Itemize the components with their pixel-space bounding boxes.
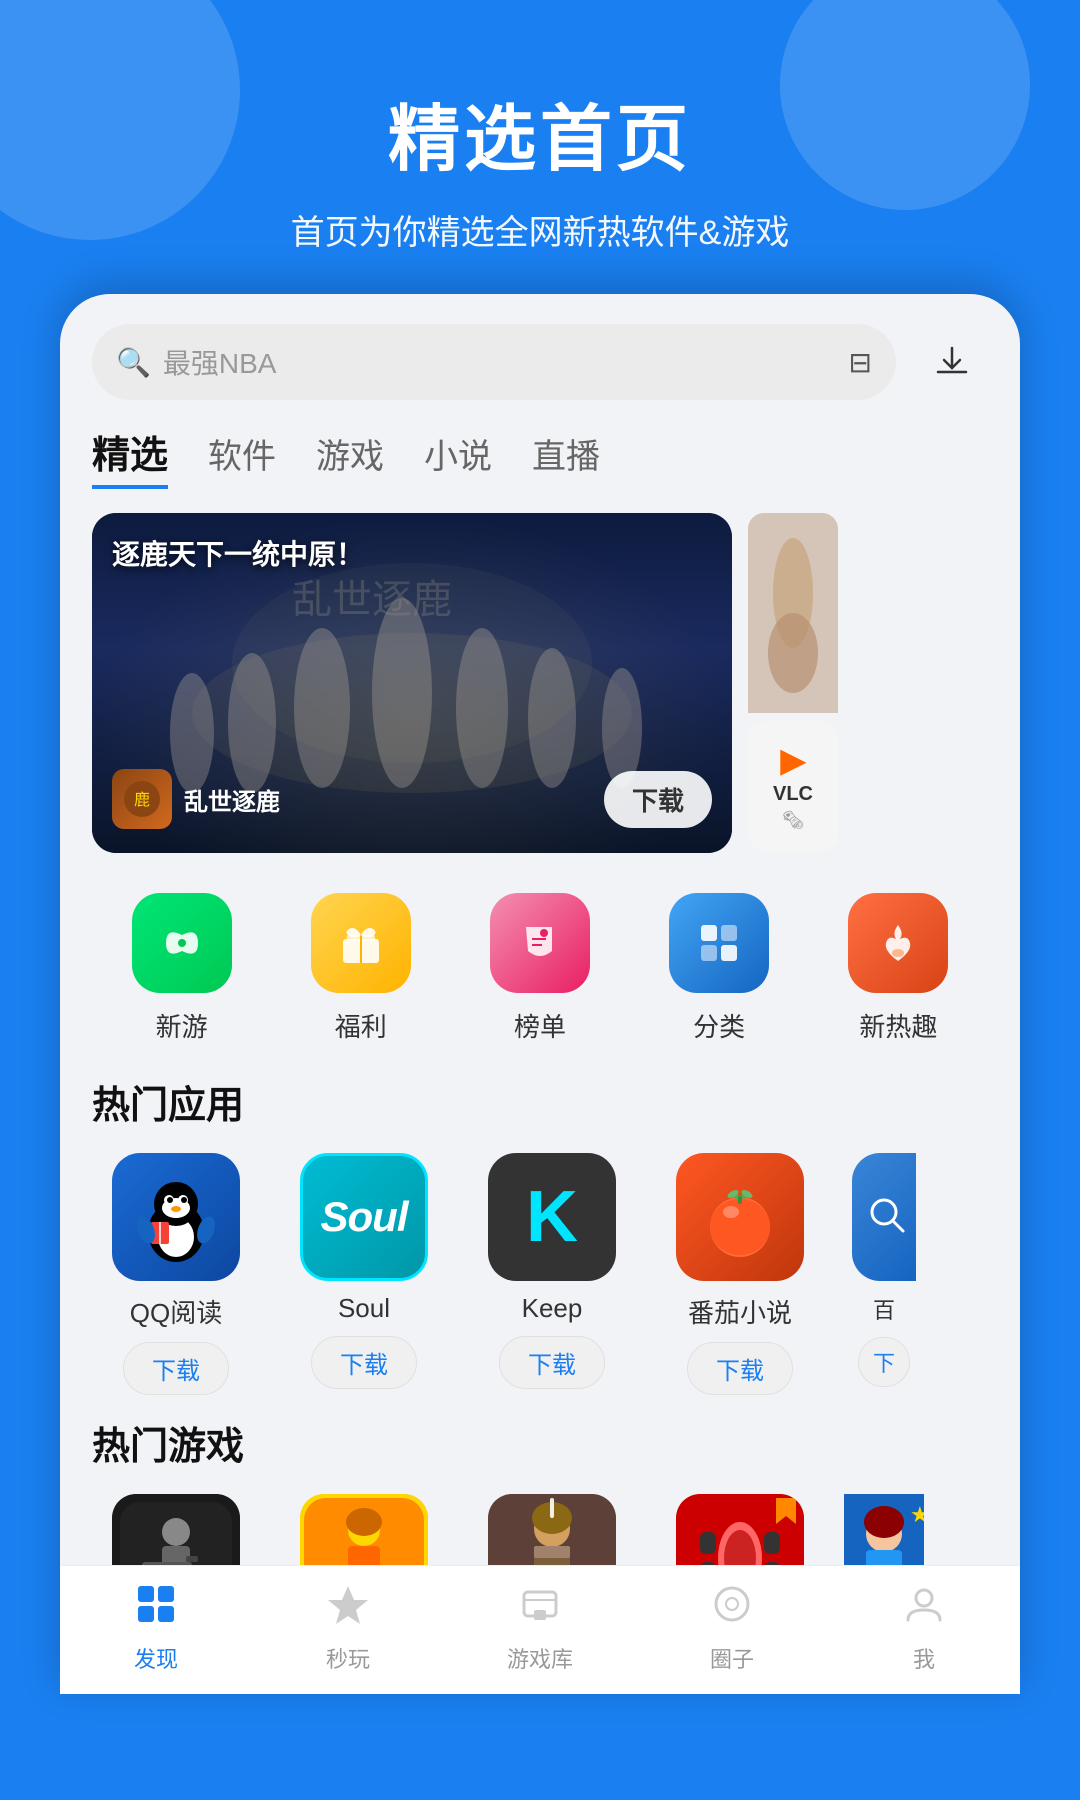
search-placeholder: 最强NBA bbox=[163, 342, 837, 382]
nav-game-library-label: 游戏库 bbox=[507, 1642, 573, 1674]
keep-name: Keep bbox=[522, 1293, 583, 1324]
nav-community-label: 圈子 bbox=[710, 1642, 754, 1674]
app-item-soul: Soul Soul 下载 bbox=[280, 1153, 448, 1395]
cat-trending-label: 新热趣 bbox=[859, 1007, 937, 1044]
keep-icon: K bbox=[488, 1153, 616, 1281]
nav-discover[interactable]: 发现 bbox=[60, 1582, 252, 1674]
cat-new-games-label: 新游 bbox=[156, 1007, 208, 1044]
fq-novel-download[interactable]: 下载 bbox=[687, 1342, 793, 1395]
nav-instant-play-icon bbox=[326, 1582, 370, 1636]
nav-game-library[interactable]: 游戏库 bbox=[444, 1582, 636, 1674]
search-row: 🔍 最强NBA ⊟ bbox=[60, 324, 1020, 400]
cat-categories-icon bbox=[669, 893, 769, 993]
cat-welfare-icon bbox=[311, 893, 411, 993]
app-item-baidu: 百 下 bbox=[844, 1153, 924, 1395]
cat-new-games[interactable]: 新游 bbox=[132, 893, 232, 1044]
cat-trending[interactable]: 新热趣 bbox=[848, 893, 948, 1044]
baidu-download[interactable]: 下 bbox=[858, 1337, 910, 1387]
nav-community[interactable]: 圈子 bbox=[636, 1582, 828, 1674]
svg-text:★: ★ bbox=[910, 1502, 924, 1527]
app-item-qq-read: QQ阅读 下载 bbox=[92, 1153, 260, 1395]
cat-new-games-icon bbox=[132, 893, 232, 993]
tab-games[interactable]: 游戏 bbox=[316, 429, 384, 484]
bottom-nav: 发现 秒玩 游戏库 bbox=[60, 1565, 1020, 1694]
page-subtitle: 首页为你精选全网新热软件&游戏 bbox=[0, 205, 1080, 254]
soul-icon: Soul bbox=[300, 1153, 428, 1281]
tab-software[interactable]: 软件 bbox=[208, 429, 276, 484]
banner-main[interactable]: 乱世逐鹿 逐鹿天下一统中原！ 鹿 乱世逐鹿 下载 bbox=[92, 513, 732, 853]
qq-read-name: QQ阅读 bbox=[130, 1293, 222, 1330]
nav-discover-label: 发现 bbox=[134, 1642, 178, 1674]
baidu-icon-partial bbox=[852, 1153, 916, 1281]
banner-text-area: 鹿 乱世逐鹿 下载 bbox=[112, 769, 712, 829]
cat-categories[interactable]: 分类 bbox=[669, 893, 769, 1044]
cat-welfare[interactable]: 福利 bbox=[311, 893, 411, 1044]
banner-side: ▶ VLC 🗞 bbox=[748, 513, 838, 853]
hot-games-title: 热门游戏 bbox=[92, 1415, 988, 1470]
cat-welfare-label: 福利 bbox=[335, 1007, 387, 1044]
banner-section: 乱世逐鹿 逐鹿天下一统中原！ 鹿 乱世逐鹿 下载 bbox=[60, 513, 1020, 853]
svg-text:鹿: 鹿 bbox=[134, 791, 150, 809]
hot-apps-title: 热门应用 bbox=[92, 1074, 988, 1129]
nav-community-icon bbox=[710, 1582, 754, 1636]
app-item-keep: K Keep 下载 bbox=[468, 1153, 636, 1395]
app-row: QQ阅读 下载 Soul Soul 下载 K Keep 下载 bbox=[92, 1153, 988, 1395]
app-item-fq-novel: 番茄小说 下载 bbox=[656, 1153, 824, 1395]
nav-game-library-icon bbox=[518, 1582, 562, 1636]
quick-categories: 新游 福利 bbox=[60, 883, 1020, 1064]
search-bar[interactable]: 🔍 最强NBA ⊟ bbox=[92, 324, 896, 400]
nav-profile[interactable]: 我 bbox=[828, 1582, 1020, 1674]
cat-rankings-icon bbox=[490, 893, 590, 993]
banner-slogan: 逐鹿天下一统中原！ bbox=[112, 533, 364, 573]
baidu-name: 百 bbox=[873, 1293, 895, 1325]
nav-profile-label: 我 bbox=[913, 1642, 935, 1674]
qq-read-icon bbox=[112, 1153, 240, 1281]
fq-novel-name: 番茄小说 bbox=[688, 1293, 792, 1330]
scan-icon: ⊟ bbox=[849, 346, 872, 379]
download-icon-button[interactable] bbox=[916, 326, 988, 398]
fq-novel-icon bbox=[676, 1153, 804, 1281]
soul-download[interactable]: 下载 bbox=[311, 1336, 417, 1389]
search-icon: 🔍 bbox=[116, 346, 151, 379]
banner-side-top[interactable] bbox=[748, 513, 838, 713]
qq-read-download[interactable]: 下载 bbox=[123, 1342, 229, 1395]
nav-tabs: 精选 软件 游戏 小说 直播 bbox=[60, 424, 1020, 489]
svg-text:乱世逐鹿: 乱世逐鹿 bbox=[292, 577, 452, 622]
tab-selected[interactable]: 精选 bbox=[92, 424, 168, 489]
cat-rankings-label: 榜单 bbox=[514, 1007, 566, 1044]
cat-categories-label: 分类 bbox=[693, 1007, 745, 1044]
nav-discover-icon bbox=[134, 1582, 178, 1636]
banner-download-button[interactable]: 下载 bbox=[604, 771, 712, 828]
hot-apps-section: 热门应用 bbox=[60, 1074, 1020, 1395]
keep-download[interactable]: 下载 bbox=[499, 1336, 605, 1389]
banner-game-info: 鹿 乱世逐鹿 bbox=[112, 769, 280, 829]
tab-live[interactable]: 直播 bbox=[532, 429, 600, 484]
cat-trending-icon bbox=[848, 893, 948, 993]
banner-game-icon: 鹿 bbox=[112, 769, 172, 829]
banner-side-vlc[interactable]: ▶ VLC 🗞 bbox=[748, 721, 838, 851]
cat-rankings[interactable]: 榜单 bbox=[490, 893, 590, 1044]
tab-novels[interactable]: 小说 bbox=[424, 429, 492, 484]
nav-instant-play-label: 秒玩 bbox=[326, 1642, 370, 1674]
banner-game-title: 乱世逐鹿 bbox=[184, 782, 280, 817]
phone-card: 🔍 最强NBA ⊟ 精选 软件 游戏 小说 直播 bbox=[60, 294, 1020, 1694]
nav-instant-play[interactable]: 秒玩 bbox=[252, 1582, 444, 1674]
soul-text: Soul bbox=[321, 1193, 408, 1241]
keep-k-letter: K bbox=[526, 1176, 578, 1258]
nav-profile-icon bbox=[902, 1582, 946, 1636]
soul-name: Soul bbox=[338, 1293, 390, 1324]
